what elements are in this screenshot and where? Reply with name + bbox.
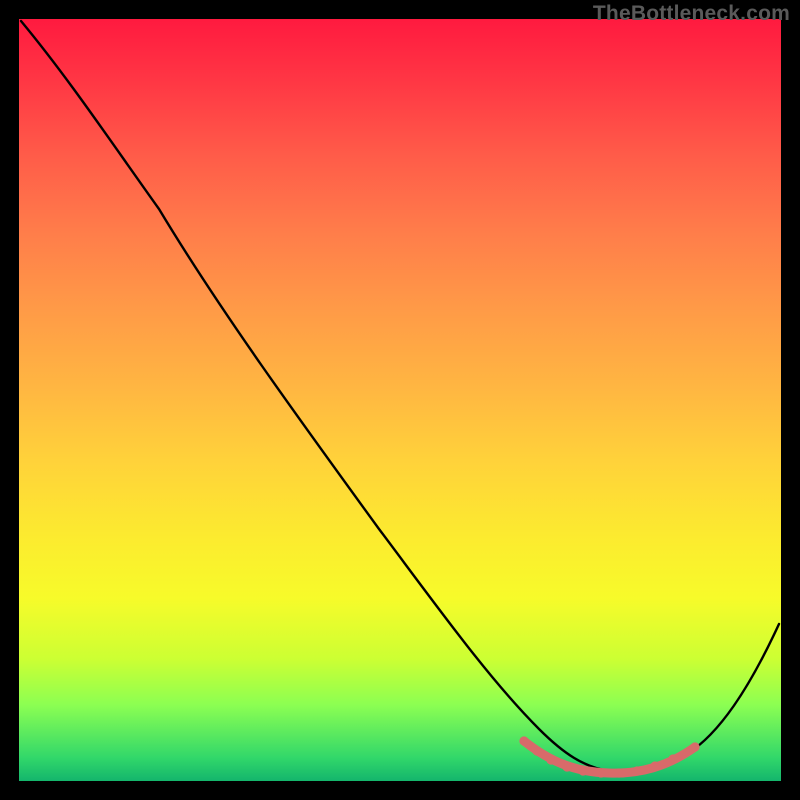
chart-frame: TheBottleneck.com <box>0 0 800 800</box>
chart-plot-area <box>19 19 781 781</box>
watermark-label: TheBottleneck.com <box>593 2 790 26</box>
chart-svg <box>19 19 781 781</box>
optimal-range-highlight <box>519 736 699 777</box>
bottleneck-curve-path <box>21 21 779 772</box>
